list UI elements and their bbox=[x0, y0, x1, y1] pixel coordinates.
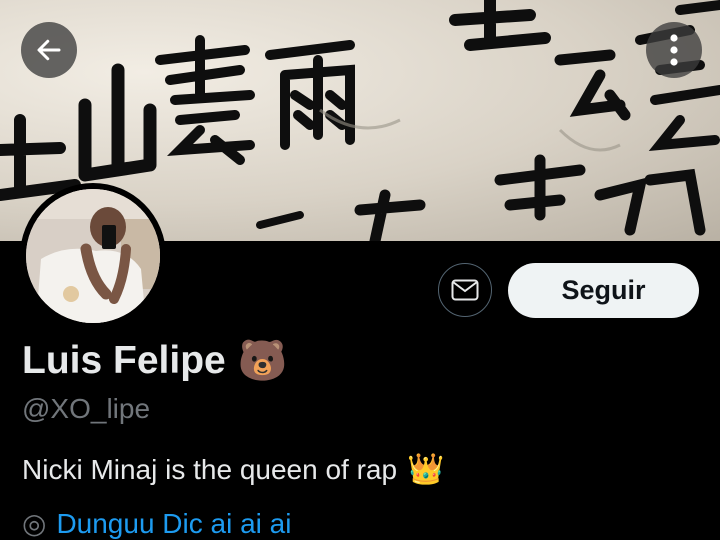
mail-icon bbox=[451, 279, 479, 301]
profile-handle: @XO_lipe bbox=[22, 393, 151, 424]
profile-partial-line[interactable]: ◎ Dunguu Dic ai ai ai bbox=[22, 507, 291, 540]
display-name: Luis Felipe bbox=[22, 338, 226, 382]
follow-button[interactable]: Seguir bbox=[508, 263, 699, 318]
profile-bio: Nicki Minaj is the queen of rap 👑 bbox=[22, 452, 444, 487]
location-icon: ◎ bbox=[22, 508, 47, 539]
profile-name-row: Luis Felipe 🐻 bbox=[22, 337, 288, 384]
avatar-image bbox=[26, 189, 160, 323]
more-vertical-icon bbox=[670, 34, 678, 66]
back-button[interactable] bbox=[21, 22, 77, 78]
bear-emoji: 🐻 bbox=[237, 339, 288, 383]
bio-text: Nicki Minaj is the queen of rap bbox=[22, 453, 398, 485]
partial-line-text: Dunguu Dic ai ai ai bbox=[56, 507, 292, 539]
message-button[interactable] bbox=[438, 263, 492, 317]
more-options-button[interactable] bbox=[646, 22, 702, 78]
avatar[interactable] bbox=[20, 183, 166, 329]
crown-emoji: 👑 bbox=[407, 453, 445, 486]
arrow-left-icon bbox=[37, 39, 61, 61]
